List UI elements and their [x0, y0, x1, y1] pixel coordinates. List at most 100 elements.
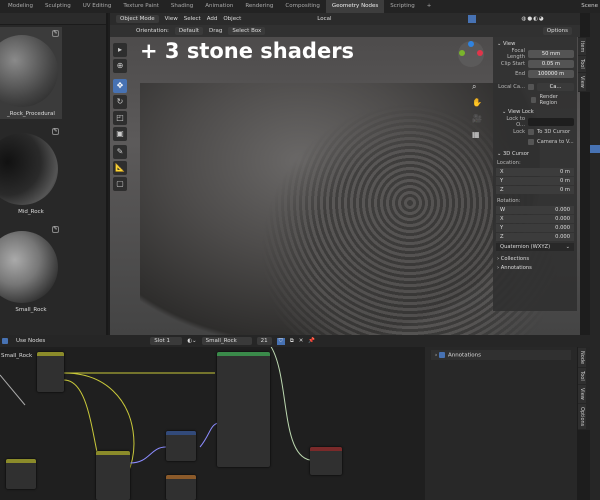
edit-icon[interactable]: ✎ — [52, 30, 59, 37]
drag-label: Drag — [209, 28, 223, 34]
node-texture[interactable] — [6, 459, 36, 489]
node-principled-bsdf[interactable] — [217, 352, 270, 467]
edit-icon[interactable]: ✎ — [52, 128, 59, 135]
navigation-gizmo[interactable] — [458, 41, 484, 67]
slot-select[interactable]: Slot 1 — [150, 337, 183, 345]
clip-end-label: End — [515, 70, 525, 77]
asset-item[interactable]: ✎ Mid_Rock — [0, 125, 62, 217]
sidebar-tab-view[interactable]: View — [578, 384, 586, 403]
lock-to-object-field[interactable] — [528, 117, 574, 126]
local-camera-checkbox[interactable] — [528, 83, 534, 90]
workspace-tab[interactable]: UV Editing — [77, 0, 118, 13]
rot-field[interactable]: Y 0.000 — [496, 224, 574, 232]
node-mapping[interactable] — [96, 451, 130, 500]
orientation-select[interactable]: Default — [174, 27, 204, 35]
to-cursor-checkbox[interactable] — [528, 128, 534, 135]
tool-header: Orientation: Default Drag Select Box Opt… — [110, 25, 580, 37]
measure-tool-icon[interactable]: 📐 — [113, 161, 127, 175]
menu-add[interactable]: Add — [207, 16, 218, 22]
rot-field[interactable]: Z 0.000 — [496, 233, 574, 241]
workspace-tab[interactable]: Sculpting — [39, 0, 77, 13]
gizmo-toggle-icon[interactable] — [467, 15, 476, 23]
use-nodes-checkbox[interactable] — [2, 338, 8, 344]
shading-modes-icon[interactable]: ◍●◐◕ — [522, 16, 545, 22]
transform-tool-icon[interactable]: ▣ — [113, 127, 127, 141]
workspace-tab[interactable]: + — [421, 0, 438, 13]
loc-field[interactable]: Y 0 m — [496, 177, 574, 185]
menu-object[interactable]: Object — [223, 16, 241, 22]
asset-item[interactable]: ✎ _Rock_Procedural — [0, 27, 62, 119]
asset-browser: ✎ _Rock_Procedural ✎ Mid_Rock ✎ Small_Ro… — [0, 13, 108, 335]
view-nav-icons[interactable]: ⌕ ✋ 🎥 ▦ — [472, 79, 482, 143]
asset-browser-header — [0, 13, 106, 25]
sidebar-tab-item[interactable]: Item — [578, 38, 586, 56]
node-texture-coordinate[interactable] — [37, 352, 64, 392]
camera-to-view-checkbox[interactable] — [528, 138, 534, 145]
viewport-sidebar-tabs: Item Tool View — [578, 37, 590, 92]
add-cube-tool-icon[interactable]: ▢ — [113, 177, 127, 191]
local-camera-field[interactable]: Ca... — [537, 82, 574, 91]
axis-label: W — [500, 207, 506, 213]
asset-item[interactable]: ✎ Small_Rock — [0, 223, 62, 315]
orientation-label: Orientation: — [136, 28, 169, 34]
scene-selector[interactable]: Scene — [581, 1, 598, 12]
duplicate-icon[interactable]: ⧉ — [290, 338, 294, 345]
scale-tool-icon[interactable]: ◰ — [113, 111, 127, 125]
3d-cursor-header[interactable]: ⌄ 3D Cursor — [496, 149, 574, 158]
active-property-tab[interactable] — [590, 145, 600, 153]
focal-length-field[interactable]: 50 mm — [528, 49, 574, 58]
annotations-panel[interactable]: › Annotations — [431, 350, 571, 360]
rotate-tool-icon[interactable]: ↻ — [113, 95, 127, 109]
render-region-checkbox[interactable] — [531, 96, 537, 103]
sidebar-tab-options[interactable]: Options — [578, 403, 586, 429]
rotation-label: Rotation: — [497, 198, 521, 204]
annotate-tool-icon[interactable]: ✎ — [113, 145, 127, 159]
rot-field[interactable]: W 0.000 — [496, 206, 574, 214]
material-browse-icon[interactable]: ◐⌄ — [187, 338, 196, 344]
cursor-tool-icon[interactable]: ⊕ — [113, 59, 127, 73]
node-material-output[interactable] — [310, 447, 342, 475]
sidebar-tab-node[interactable]: Node — [578, 348, 586, 368]
clip-start-field[interactable]: 0.05 m — [528, 59, 574, 68]
rotation-mode-select[interactable]: Quaternion (WXYZ) ⌄ — [496, 243, 574, 251]
fake-user-icon[interactable]: ⛉ — [276, 337, 285, 345]
properties-strip — [590, 13, 600, 500]
clip-end-field[interactable]: 100000 m — [528, 69, 574, 78]
node-editor[interactable]: Small_Rock — [0, 335, 425, 500]
pin-icon[interactable]: 📌 — [308, 338, 315, 344]
move-tool-icon[interactable]: ✥ — [113, 79, 127, 93]
drag-select[interactable]: Select Box — [228, 27, 266, 35]
sidebar-tab-tool[interactable]: Tool — [578, 56, 586, 73]
workspace-tab[interactable]: Rendering — [239, 0, 279, 13]
annotations-header[interactable]: › Annotations — [496, 263, 574, 272]
node-texture[interactable] — [166, 475, 196, 500]
camera-to-view-label: Camera to V... — [537, 138, 574, 145]
collections-header[interactable]: › Collections — [496, 254, 574, 263]
workspace-tab[interactable]: Compositing — [279, 0, 325, 13]
axis-value: 0.000 — [555, 225, 570, 231]
loc-field[interactable]: X 0 m — [496, 168, 574, 176]
workspace-tab[interactable]: Geometry Nodes — [325, 0, 385, 13]
local-camera-label: Local Ca... — [498, 83, 525, 90]
rot-field[interactable]: X 0.000 — [496, 215, 574, 223]
mode-select[interactable]: Object Mode — [116, 15, 159, 23]
workspace-tab[interactable]: Scripting — [384, 0, 420, 13]
options-button[interactable]: Options — [542, 27, 572, 35]
workspace-tab[interactable]: Animation — [199, 0, 239, 13]
material-name-field[interactable]: Small_Rock — [201, 337, 252, 345]
workspace-tab[interactable]: Texture Paint — [117, 0, 165, 13]
menu-view[interactable]: View — [165, 16, 178, 22]
transform-orientation[interactable]: Local — [317, 16, 331, 22]
sidebar-tab-tool[interactable]: Tool — [578, 368, 586, 384]
workspace-tab[interactable]: Modeling — [2, 0, 39, 13]
node-mix[interactable] — [166, 431, 196, 461]
user-count[interactable]: 21 — [256, 337, 272, 345]
loc-field[interactable]: Z 0 m — [496, 186, 574, 194]
menu-select[interactable]: Select — [184, 16, 201, 22]
unlink-icon[interactable]: ✕ — [299, 338, 304, 344]
workspace-tab[interactable]: Shading — [165, 0, 199, 13]
sidebar-tab-view[interactable]: View — [578, 73, 586, 91]
edit-icon[interactable]: ✎ — [52, 226, 59, 233]
axis-label: Y — [500, 225, 504, 231]
select-box-tool-icon[interactable]: ▸ — [113, 43, 127, 57]
